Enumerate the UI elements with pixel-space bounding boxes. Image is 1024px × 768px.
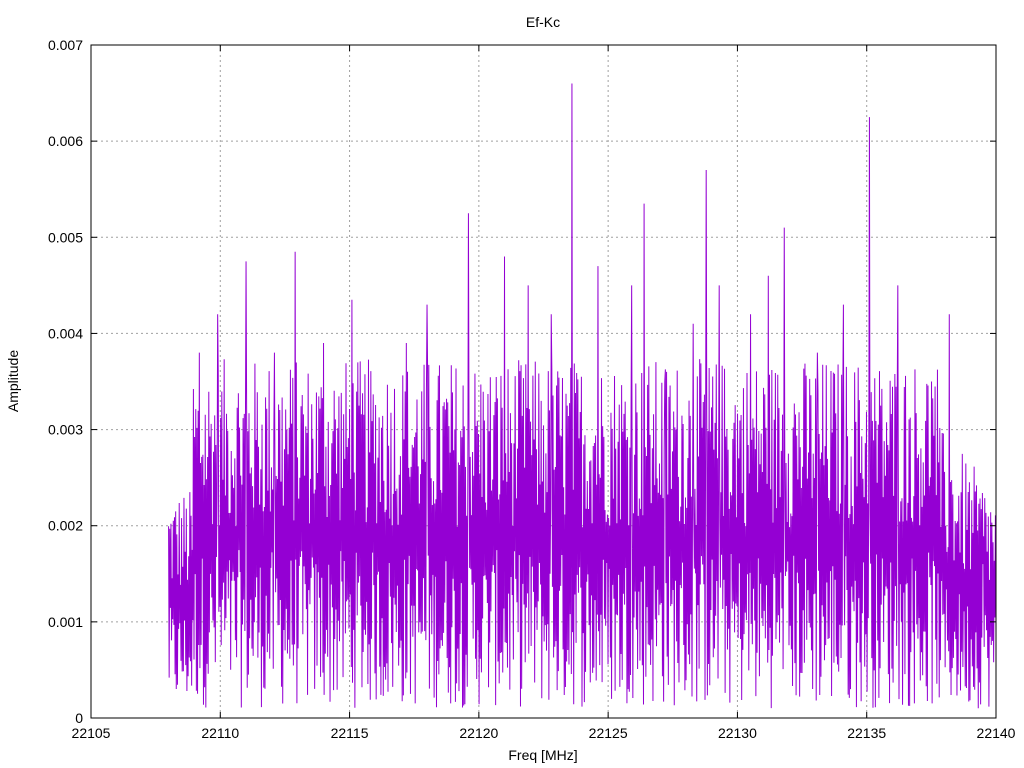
x-tick-label: 22105 xyxy=(72,725,111,741)
x-tick-label: 22115 xyxy=(331,725,369,741)
x-tick-label: 22140 xyxy=(977,725,1016,741)
y-tick-label: 0.002 xyxy=(48,518,83,534)
y-tick-label: 0.007 xyxy=(48,37,83,53)
y-tick-label: 0.005 xyxy=(48,229,83,245)
x-axis-label: Freq [MHz] xyxy=(508,747,577,763)
chart-title: Ef-Kc xyxy=(526,14,560,30)
chart-background xyxy=(0,0,1024,768)
y-tick-label: 0.004 xyxy=(48,325,83,341)
chart: 22105 22110 22115 22120 22125 22130 22135 22140… xyxy=(0,0,1024,768)
y-axis-label: Amplitude xyxy=(5,350,21,412)
y-tick-label: 0.006 xyxy=(48,133,83,149)
x-tick-label: 22120 xyxy=(459,725,498,741)
y-tick-label: 0 xyxy=(75,710,83,726)
x-tick-label: 22110 xyxy=(201,725,239,741)
y-tick-label: 0.003 xyxy=(48,422,83,438)
x-tick-label: 22125 xyxy=(589,725,628,741)
x-tick-label: 22130 xyxy=(718,725,757,741)
y-tick-label: 0.001 xyxy=(48,614,83,630)
x-tick-label: 22135 xyxy=(847,725,886,741)
